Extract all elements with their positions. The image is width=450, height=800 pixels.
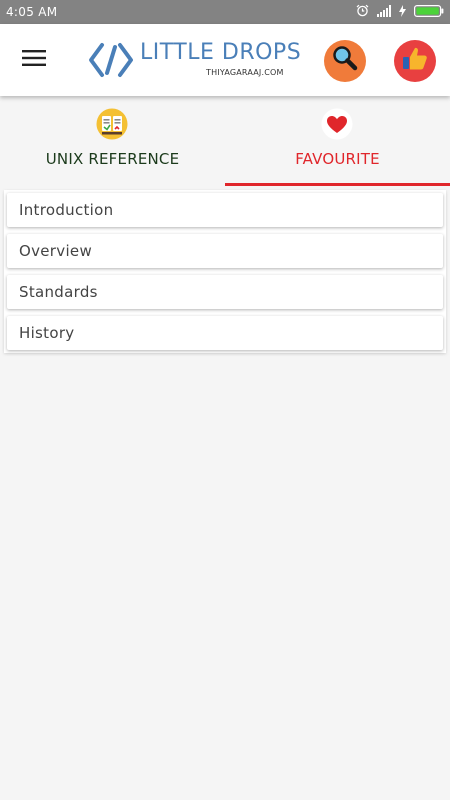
thumbs-up-icon bbox=[400, 44, 430, 78]
menu-button[interactable] bbox=[14, 42, 54, 78]
tab-unix-reference[interactable]: UNIX REFERENCE bbox=[0, 96, 225, 186]
status-bar: 4:05 AM bbox=[0, 0, 450, 24]
list-item-label: History bbox=[19, 324, 75, 342]
battery-icon bbox=[414, 4, 444, 20]
hamburger-menu-icon bbox=[22, 49, 46, 71]
tab-bar: UNIX REFERENCE FAVOURITE bbox=[0, 96, 450, 186]
signal-icon bbox=[377, 4, 391, 20]
favourite-list: Introduction Overview Standards History bbox=[4, 190, 446, 353]
tab-favourite-label: FAVOURITE bbox=[295, 150, 380, 168]
list-item[interactable]: Introduction bbox=[7, 193, 443, 227]
tab-favourite[interactable]: FAVOURITE bbox=[225, 96, 450, 186]
heart-icon bbox=[321, 108, 353, 140]
logo-subtitle: THIYAGARAAJ.COM bbox=[206, 68, 284, 77]
app-bar: LITTLE DROPS THIYAGARAAJ.COM bbox=[0, 24, 450, 96]
list-item[interactable]: History bbox=[7, 316, 443, 350]
status-time: 4:05 AM bbox=[6, 5, 58, 19]
reference-books-icon bbox=[96, 108, 128, 140]
app-logo: LITTLE DROPS THIYAGARAAJ.COM bbox=[88, 38, 302, 82]
alarm-icon bbox=[356, 4, 369, 20]
list-item[interactable]: Overview bbox=[7, 234, 443, 268]
status-icons bbox=[356, 4, 444, 20]
charging-icon bbox=[399, 4, 406, 20]
list-item-label: Standards bbox=[19, 283, 98, 301]
tab-selected-indicator bbox=[225, 183, 450, 186]
code-brackets-icon bbox=[88, 38, 134, 86]
logo-title: LITTLE DROPS bbox=[140, 40, 302, 65]
list-item-label: Overview bbox=[19, 242, 93, 260]
list-item[interactable]: Standards bbox=[7, 275, 443, 309]
tab-unix-reference-label: UNIX REFERENCE bbox=[45, 150, 180, 168]
like-button[interactable] bbox=[394, 40, 436, 82]
search-button[interactable] bbox=[324, 40, 366, 82]
list-item-label: Introduction bbox=[19, 201, 114, 219]
magnifier-icon bbox=[330, 44, 360, 78]
